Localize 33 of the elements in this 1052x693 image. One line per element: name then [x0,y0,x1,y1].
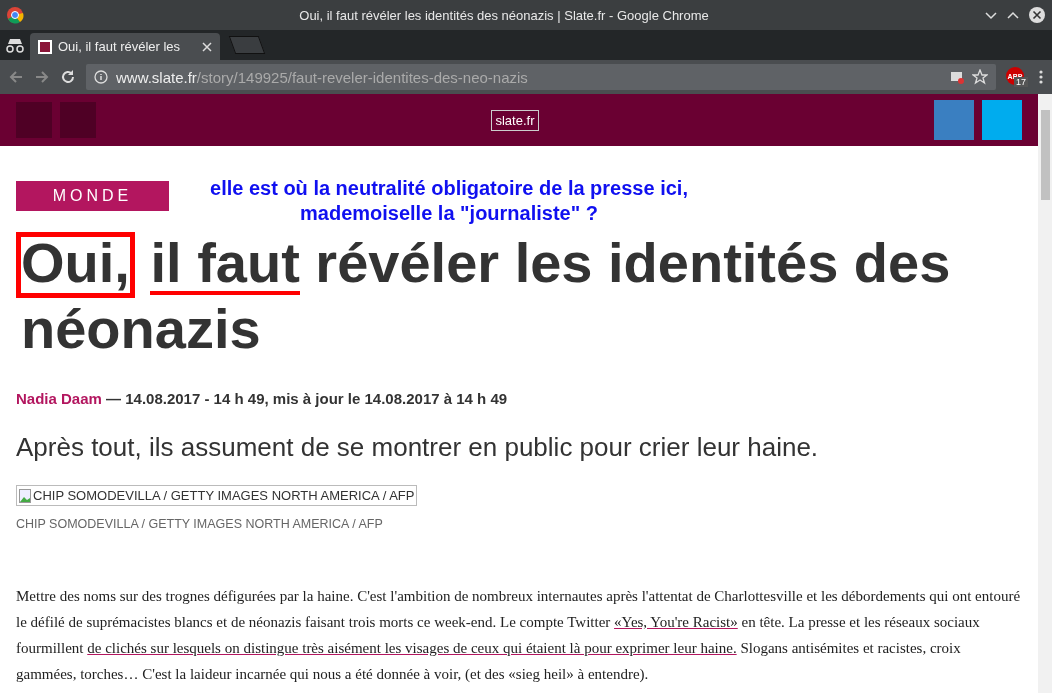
close-icon[interactable] [1028,6,1046,24]
article-link[interactable]: «Yes, You're Racist» [614,614,738,630]
address-bar[interactable]: www.slate.fr/story/149925/faut-reveler-identites-des-neo-nazis [86,64,996,90]
info-icon[interactable] [94,70,108,84]
back-icon[interactable] [8,69,24,85]
image-alt-text: CHIP SOMODEVILLA / GETTY IMAGES NORTH AMERICA / AFP [33,488,415,503]
extension-count: 17 [1014,77,1028,87]
browser-tab[interactable]: Oui, il faut révéler les [30,33,220,60]
incognito-icon [4,38,26,54]
annotation-text: elle est où la neutralité obligatoire de la presse ici, mademoiselle la "journaliste" ? [209,176,689,226]
article-subtitle: Après tout, ils assument de se montrer en public pour crier leur haine. [16,432,820,463]
byline: Nadia Daam — 14.08.2017 - 14 h 49, mis à jour le 14.08.2017 à 14 h 49 [16,390,509,407]
reload-icon[interactable] [60,69,76,85]
window-title: Oui, il faut révéler les identités des néonazis | Slate.fr - Google Chrome [298,7,710,23]
browser-logo-icon [6,6,24,24]
star-icon[interactable] [972,69,988,85]
close-tab-icon[interactable] [202,41,212,52]
url-domain: www.slate.fr [116,68,197,86]
article-link[interactable]: de clichés sur lesquels on distingue très aisément les visages de ceux qui étaient là pour exprimer leur haine. [87,640,737,656]
article-title: Oui, il faut révéler les identités des néonazis [16,232,1022,360]
logo-image-placeholder[interactable]: slate.fr [491,109,539,131]
author-link[interactable]: Nadia Daam [16,390,102,407]
broken-image-icon [19,488,31,503]
blocked-image-icon[interactable] [950,70,964,84]
url-path: /story/149925/faut-reveler-identites-des-neo-nazis [196,68,528,86]
image-caption: CHIP SOMODEVILLA / GETTY IMAGES NORTH AMERICA / AFP [16,517,384,531]
category-label[interactable]: MONDE [16,181,169,211]
forward-icon[interactable] [34,69,50,85]
article-paragraph: Mettre des noms sur des trognes défigurées par la haine. C'est l'ambition de nombreux internautes après l'attentat de Charlottesville et les débordements qui ont entouré le défilé de suprémacistes blancs et de néonazis faisant trois morts ce week-end. Le compte Twitter «Yes, You're Racist» en tête. La presse et les réseaux sociaux fourmillent de clichés sur lesquels on distingue très aisément les visages de ceux qui étaient là pour exprimer leur haine. Slogans antisémites et racistes, croix gammées, torches… C'est la laideur incarnée qui nous a été donnée à voir, (et des «sieg heil» à entendre). [16,587,1022,684]
scrollbar[interactable] [1038,94,1052,693]
menu-icon[interactable] [1038,69,1044,85]
scrollbar-thumb[interactable] [1040,110,1050,200]
site-favicon-icon [38,39,52,54]
